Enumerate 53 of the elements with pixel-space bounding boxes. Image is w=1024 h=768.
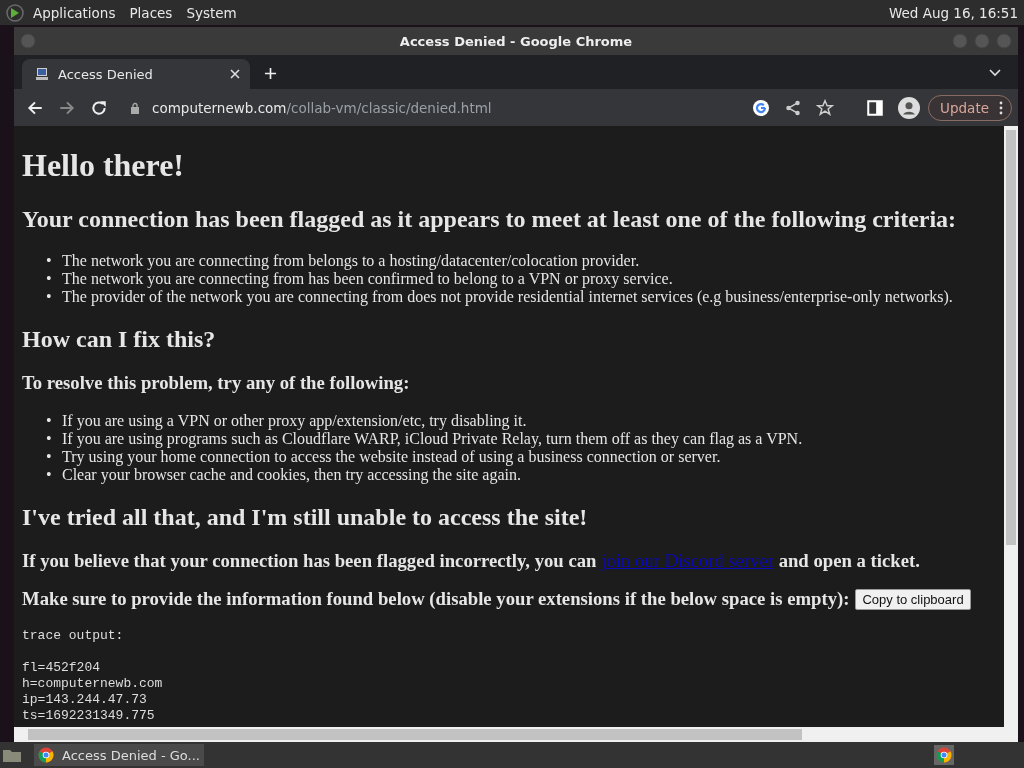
panel-menu[interactable]: System bbox=[186, 4, 237, 21]
section-heading: I've tried all that, and I'm still unable to access the site! bbox=[22, 504, 589, 531]
page-heading: Hello there! bbox=[22, 147, 185, 184]
trace-line: fl=452f204 bbox=[22, 660, 101, 676]
bullet: • bbox=[46, 466, 53, 484]
taskbar-item[interactable]: Access Denied - Go... bbox=[34, 744, 204, 766]
new-tab-icon[interactable] bbox=[264, 67, 277, 80]
chrome-icon[interactable] bbox=[934, 745, 954, 765]
copy-button[interactable]: Copy to clipboard bbox=[855, 588, 971, 610]
bullet: • bbox=[46, 412, 53, 430]
horizontal-scrollbar[interactable] bbox=[14, 727, 1018, 742]
vertical-scrollbar[interactable] bbox=[1004, 126, 1018, 727]
trace-line: h=computernewb.com bbox=[22, 676, 164, 692]
update-button[interactable]: Update bbox=[928, 94, 1012, 121]
criteria-item: The provider of the network you are connecting from does not provide residential internet services (e.g business/enterprise-only networks). bbox=[62, 288, 953, 306]
contact-paragraph: If you believe that your connection has been flagged incorrectly, you can join our Discord server and open a ticket. bbox=[22, 550, 921, 572]
criteria-item: The network you are connecting from has been confirmed to belong to a VPN or proxy service. bbox=[62, 270, 673, 288]
trace-line: ts=1692231349.775 bbox=[22, 708, 156, 724]
step-item: Try using your home connection to access the website instead of using a business connection or server. bbox=[62, 448, 721, 466]
trace-line: ip=143.244.47.73 bbox=[22, 692, 148, 708]
bullet: • bbox=[46, 448, 53, 466]
section-heading: Your connection has been flagged as it appears to meet at least one of the following criteria: bbox=[22, 206, 958, 233]
bullet: • bbox=[46, 430, 53, 448]
panel-menu[interactable]: Applications bbox=[33, 4, 116, 21]
side-panel-icon[interactable] bbox=[866, 98, 885, 117]
step-item: Clear your browser cache and cookies, then try accessing the site again. bbox=[62, 466, 521, 484]
play-logo-icon[interactable] bbox=[5, 2, 25, 23]
profile-icon[interactable] bbox=[898, 96, 921, 119]
chevron-down-icon[interactable] bbox=[989, 69, 1001, 77]
computer-icon bbox=[34, 66, 50, 82]
browser-tab[interactable]: Access Denied bbox=[22, 59, 250, 89]
step-item: If you are using a VPN or other proxy app/extension/etc, try disabling it. bbox=[62, 412, 527, 430]
window-title: Access Denied - Google Chrome bbox=[399, 33, 633, 49]
bullet: • bbox=[46, 252, 53, 270]
folder-icon[interactable] bbox=[2, 747, 22, 763]
bullet: • bbox=[46, 288, 53, 306]
instruction-text: Make sure to provide the information found below (disable your extensions if the below space is empty): bbox=[22, 588, 850, 610]
share-icon[interactable] bbox=[784, 98, 803, 117]
chrome-icon bbox=[38, 747, 54, 763]
star-icon[interactable] bbox=[816, 98, 835, 117]
google-icon[interactable] bbox=[752, 98, 771, 117]
trace-title: trace output: bbox=[22, 628, 125, 644]
subheading: To resolve this problem, try any of the following: bbox=[22, 372, 411, 394]
reload-icon[interactable] bbox=[90, 98, 108, 117]
panel-menu[interactable]: Places bbox=[129, 4, 173, 21]
kebab-menu-icon[interactable] bbox=[999, 100, 1003, 115]
close-tab-icon[interactable] bbox=[230, 69, 240, 79]
lock-icon[interactable] bbox=[130, 101, 140, 114]
section-heading: How can I fix this? bbox=[22, 326, 217, 353]
criteria-item: The network you are connecting from belongs to a hosting/datacenter/colocation provider. bbox=[62, 252, 640, 270]
clock[interactable]: Wed Aug 16, 16:51 bbox=[888, 4, 1018, 21]
step-item: If you are using programs such as Cloudflare WARP, iCloud Private Relay, turn them off as they can flag as a VPN. bbox=[62, 430, 803, 448]
bullet: • bbox=[46, 270, 53, 288]
